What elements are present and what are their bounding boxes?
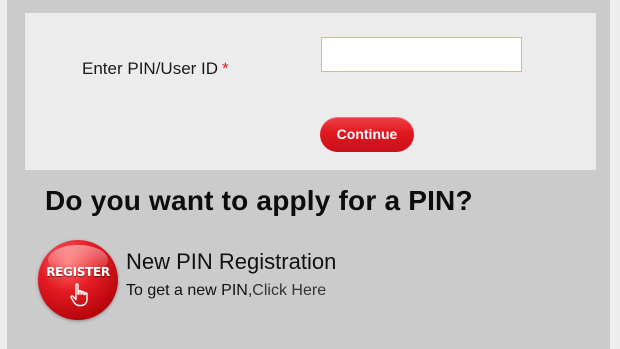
register-badge-label: REGISTER	[46, 265, 110, 279]
pin-user-id-input[interactable]	[321, 37, 522, 72]
continue-button[interactable]: Continue	[320, 117, 414, 152]
pin-field-label-text: Enter PIN/User ID	[82, 59, 219, 78]
pin-field-label: Enter PIN/User ID *	[82, 59, 229, 79]
hand-pointer-icon	[70, 283, 88, 307]
apply-pin-heading: Do you want to apply for a PIN?	[45, 185, 473, 216]
registration-description: To get a new PIN,Click Here	[126, 282, 326, 300]
click-here-link[interactable]: Click Here	[252, 282, 326, 299]
registration-description-text: To get a new PIN,	[126, 282, 253, 299]
required-marker: *	[222, 59, 229, 78]
page-background: Enter PIN/User ID * Continue Do you want …	[0, 0, 620, 349]
register-button[interactable]: REGISTER	[38, 240, 118, 320]
new-pin-registration-title: New PIN Registration	[126, 249, 337, 274]
